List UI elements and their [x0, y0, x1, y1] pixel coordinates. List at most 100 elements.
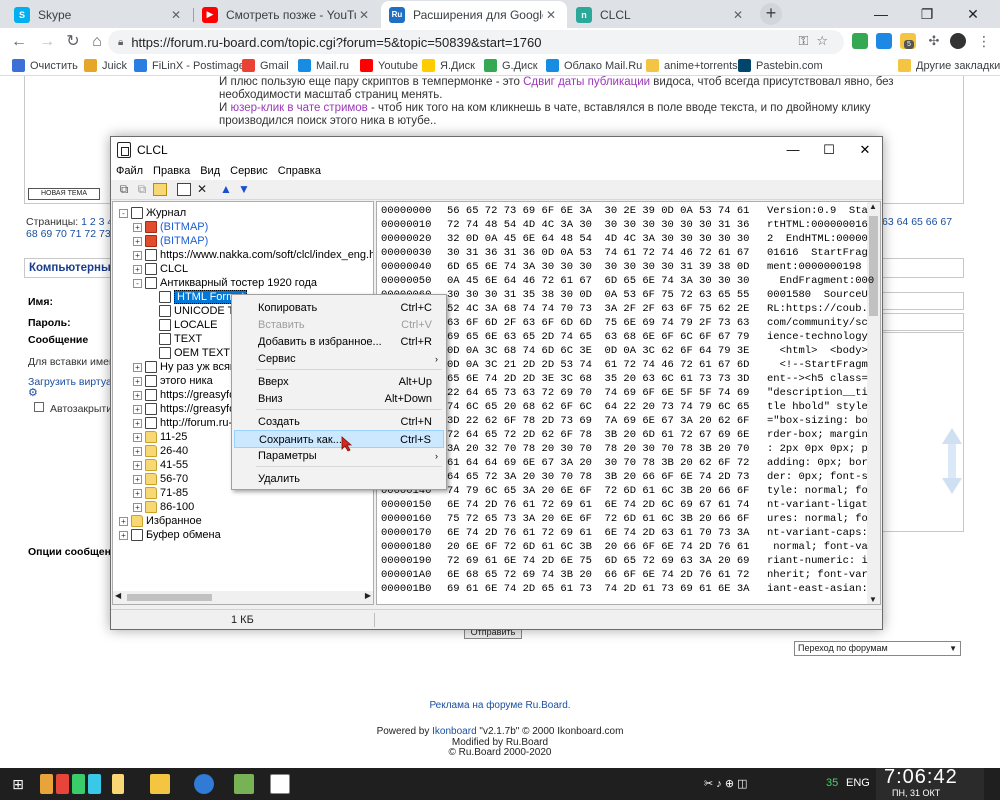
context-menu-item[interactable]: Сохранить как... Ctrl+S: [234, 430, 444, 448]
tree-item[interactable]: TEXT: [147, 332, 202, 346]
address-bar[interactable]: 🔒︎ https://forum.ru-board.com/topic.cgi?…: [108, 30, 844, 54]
context-menu-item[interactable]: Вверх Alt+Up: [234, 373, 444, 391]
notes-icon[interactable]: [150, 774, 170, 794]
tree-item[interactable]: LOCALE: [147, 318, 217, 332]
app-c-icon[interactable]: [40, 774, 53, 794]
context-menu-item[interactable]: Копировать Ctrl+C: [234, 299, 444, 317]
new-item-icon[interactable]: [177, 183, 191, 196]
scroll-up-icon[interactable]: ▲: [869, 202, 877, 211]
clcl-titlebar[interactable]: CLCL — ☐ ✕: [111, 137, 882, 163]
app-e-icon[interactable]: [72, 774, 85, 794]
key-star-icons[interactable]: ⚿☆: [798, 33, 836, 49]
chrome-canary-icon[interactable]: [194, 774, 214, 794]
arrow-up-icon[interactable]: ▲: [219, 183, 233, 196]
tree-hscrollbar[interactable]: ◀ ▶: [113, 591, 373, 604]
bookmark-mailru[interactable]: Mail.ru: [298, 57, 349, 74]
expand-icon[interactable]: +: [133, 236, 142, 246]
extensions-icon[interactable]: ✣: [926, 33, 942, 49]
post-link[interactable]: Сдвиг даты публикации: [523, 76, 650, 88]
menu-edit[interactable]: Правка: [148, 163, 195, 180]
context-menu-item[interactable]: Добавить в избранное... Ctrl+R: [234, 333, 444, 351]
expand-icon[interactable]: +: [133, 432, 142, 442]
bookmark-youtube[interactable]: Youtube: [360, 57, 418, 74]
ad-link[interactable]: Реклама на форуме Ru.Board.: [0, 700, 1000, 711]
tree-item[interactable]: + CLCL: [133, 262, 188, 276]
home-icon[interactable]: ⌂: [86, 31, 108, 53]
close-icon[interactable]: ✕: [730, 8, 746, 22]
minimize-icon[interactable]: —: [858, 0, 904, 28]
tree-item[interactable]: +56-70: [133, 472, 188, 486]
windows-start-icon[interactable]: ⊞: [8, 774, 28, 794]
scroll-right-icon[interactable]: ▶: [365, 591, 371, 600]
clcl-maximize-icon[interactable]: ☐: [811, 137, 847, 163]
expand-icon[interactable]: +: [133, 376, 142, 386]
back-icon[interactable]: ←: [8, 31, 30, 53]
hscroll-thumb[interactable]: [127, 594, 212, 601]
forward-icon[interactable]: →: [36, 31, 58, 53]
new-tab-button[interactable]: +: [760, 3, 782, 25]
expand-icon[interactable]: +: [133, 460, 142, 470]
menu-help[interactable]: Справка: [273, 163, 326, 180]
tree-item[interactable]: + (BITMAP): [133, 234, 208, 248]
tree-item[interactable]: +11-25: [133, 430, 187, 444]
hex-vscrollbar[interactable]: ▲ ▼: [867, 202, 880, 604]
expand-icon[interactable]: +: [133, 474, 142, 484]
tree-item[interactable]: + Буфер обмена: [119, 528, 221, 542]
maximize-icon[interactable]: ❐: [904, 0, 950, 28]
tab-youtube[interactable]: ▶ Смотреть позже - YouTube ✕: [194, 1, 380, 28]
bookmark-yadisk[interactable]: Я.Диск: [422, 57, 475, 74]
tree-item[interactable]: + https://www.nakka.com/soft/clcl/index_e…: [133, 248, 373, 262]
tree-item[interactable]: +41-55: [133, 458, 188, 472]
close-window-icon[interactable]: ✕: [950, 0, 996, 28]
menu-icon[interactable]: ⋮: [976, 33, 992, 49]
tray-lang[interactable]: ENG: [846, 777, 870, 789]
menu-file[interactable]: Файл: [111, 163, 148, 180]
post-link[interactable]: юзер-клик в чате стримов: [230, 102, 367, 114]
autoclose-checkbox[interactable]: [34, 402, 44, 412]
name-input[interactable]: [882, 292, 964, 310]
tree-item[interactable]: + https://greasyfork: [133, 388, 244, 402]
expand-icon[interactable]: +: [133, 390, 142, 400]
reload-icon[interactable]: ↻: [62, 31, 84, 53]
app-f-icon[interactable]: [88, 774, 101, 794]
bookmark-clear[interactable]: Очистить: [12, 57, 78, 74]
clcl-close-icon[interactable]: ✕: [847, 137, 883, 163]
app-d-icon[interactable]: [56, 774, 69, 794]
expand-icon[interactable]: +: [133, 222, 142, 232]
tab-clcl[interactable]: n CLCL ✕: [568, 1, 754, 28]
expand-icon[interactable]: +: [133, 502, 142, 512]
tab-skype[interactable]: S Skype ✕: [6, 1, 192, 28]
tree-item[interactable]: + https://greasyfork: [133, 402, 244, 416]
context-menu-item[interactable]: Вниз Alt+Down: [234, 390, 444, 408]
bookmark-juick[interactable]: Juick: [84, 57, 127, 74]
tree-item[interactable]: UNICODE TE: [147, 304, 242, 318]
bookmark-cloud-mailru[interactable]: Облако Mail.Ru: [546, 57, 642, 74]
scroll-arrows-icon[interactable]: [940, 426, 964, 496]
context-menu-item[interactable]: Создать Ctrl+N: [234, 413, 444, 431]
collapse-icon[interactable]: -: [119, 208, 128, 218]
scroll-left-icon[interactable]: ◀: [115, 591, 121, 600]
pagination-right[interactable]: 63 64 65 66 67: [882, 216, 952, 228]
bookmark-gmail[interactable]: Gmail: [242, 57, 289, 74]
tree-item[interactable]: + http://forum.ru-bo: [133, 416, 244, 430]
expand-icon[interactable]: +: [133, 404, 142, 414]
expand-icon[interactable]: +: [133, 418, 142, 428]
expand-icon[interactable]: +: [119, 530, 128, 540]
profile-avatar[interactable]: [950, 33, 966, 49]
tree-item[interactable]: +71-85: [133, 486, 188, 500]
expand-icon[interactable]: +: [133, 362, 142, 372]
tree-item[interactable]: - Журнал: [119, 206, 186, 220]
collapse-icon[interactable]: -: [133, 278, 142, 288]
new-topic-button[interactable]: НОВАЯ ТЕМА: [28, 188, 100, 200]
arrow-down-icon[interactable]: ▼: [237, 183, 251, 196]
extension-arrow-icon[interactable]: [852, 33, 868, 49]
menu-view[interactable]: Вид: [195, 163, 225, 180]
vscroll-thumb[interactable]: [869, 216, 878, 316]
tree-item[interactable]: OEM TEXT: [147, 346, 230, 360]
expand-icon[interactable]: +: [133, 250, 142, 260]
copy-icon[interactable]: ⧉: [117, 183, 131, 196]
tray-icons[interactable]: ✂ ♪ ⊕ ◫: [704, 777, 748, 790]
clock[interactable]: 7:06:42 ПН, 31 ОКТ: [876, 766, 984, 800]
tree-item[interactable]: +26-40: [133, 444, 188, 458]
password-input[interactable]: [882, 313, 964, 331]
